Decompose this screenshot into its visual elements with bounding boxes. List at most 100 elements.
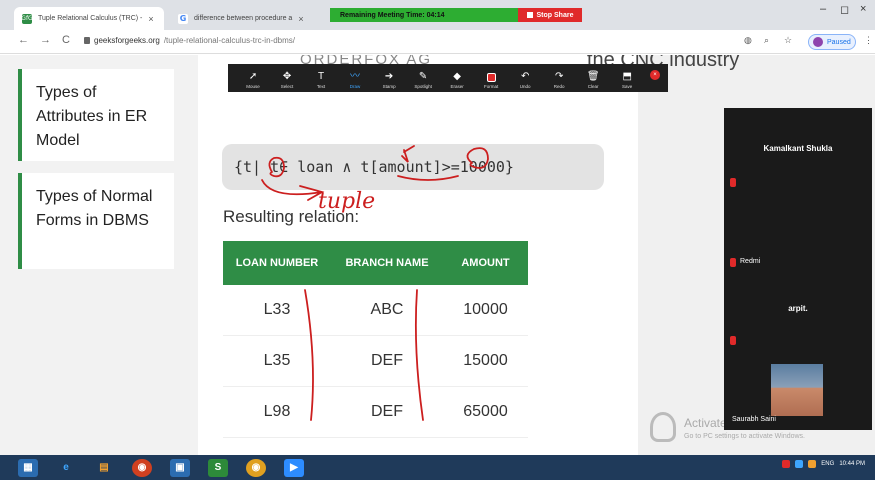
stop-share-button[interactable]: Stop Share (518, 8, 582, 22)
column-header: AMOUNT (461, 257, 510, 269)
forward-button[interactable]: → (40, 34, 51, 46)
muted-mic-icon (730, 178, 736, 187)
column-header: LOAN NUMBER (235, 257, 319, 269)
table-cell: L35 (263, 352, 291, 369)
url-field[interactable]: geeksforgeeks.org/tuple-relational-calcu… (84, 36, 295, 45)
tab-difference[interactable]: G difference between procedure a × (170, 7, 320, 30)
tool-label: Eraser (450, 84, 464, 89)
url-path: /tuple-relational-calculus-trc-in-dbms/ (163, 36, 295, 45)
sidebar-item-attributes[interactable]: Types of Attributes in ER Model (18, 69, 174, 161)
sidebar-item-normal-forms[interactable]: Types of Normal Forms in DBMS (18, 173, 174, 269)
muted-mic-icon (730, 336, 736, 345)
minimize-button[interactable]: – (820, 3, 826, 15)
tool-label: Redo (553, 84, 565, 89)
menu-kebab-icon[interactable]: ⋮ (864, 35, 873, 46)
start-icon[interactable]: ▦ (18, 458, 38, 477)
table-cell: ABC (370, 301, 404, 318)
tool-redo[interactable]: ↷ Redo (542, 71, 576, 90)
sql-app-icon[interactable]: S (208, 458, 228, 477)
profile-button[interactable]: Paused (808, 34, 856, 50)
chrome-icon[interactable]: ◉ (132, 458, 152, 477)
table-cell: L98 (263, 403, 291, 420)
tool-draw[interactable]: 〰 Draw (338, 71, 372, 90)
result-table: LOAN NUMBER BRANCH NAME AMOUNT L33 ABC 1… (223, 241, 528, 438)
close-window-button[interactable]: × (860, 3, 866, 15)
windows-app-icon[interactable]: ▣ (170, 458, 190, 477)
tool-label: Stamp (382, 84, 396, 89)
meeting-timer: Remaining Meeting Time: 04:14 (340, 11, 445, 19)
activate-windows-subtitle: Go to PC settings to activate Windows. (684, 433, 805, 440)
tray-icon[interactable] (782, 460, 791, 468)
tool-clear[interactable]: 🗑 Clear (576, 71, 610, 90)
close-toolbar-button[interactable]: × (650, 70, 660, 80)
tool-eraser[interactable]: ◆ Eraser (440, 72, 474, 90)
tool-spotlight[interactable]: ✎ Spotlight (406, 72, 440, 90)
table-cell: 15000 (463, 352, 508, 369)
close-icon[interactable]: × (298, 14, 303, 24)
speaker-name: Saurabh Saini (732, 416, 776, 423)
tool-select[interactable]: ✥ Select (270, 71, 304, 90)
participant-name: Kamalkant Shukla (763, 144, 833, 153)
windows-key-icon (650, 412, 676, 442)
tool-label: Format (483, 84, 499, 89)
tab-trc[interactable]: GfG Tuple Relational Calculus (TRC) - × (14, 7, 164, 30)
formula-text: {t| t∈ loan ∧ t[amount]>=10000} (234, 158, 514, 176)
tool-label: Clear (587, 84, 599, 89)
sidebar-item-label: Types of Normal Forms in DBMS (36, 188, 153, 229)
tray-time[interactable]: 10:44 PM (839, 461, 865, 467)
explorer-icon[interactable]: ▤ (94, 459, 114, 477)
undo-icon: ↶ (520, 71, 530, 82)
tool-label: Save (622, 84, 633, 89)
maximize-button[interactable]: ◻ (840, 3, 849, 16)
reload-button[interactable]: C (62, 34, 70, 46)
profile-status: Paused (827, 38, 851, 46)
table-cell: 10000 (463, 301, 508, 318)
chrome-profile-icon[interactable]: ◉ (246, 458, 266, 477)
back-button[interactable]: ← (18, 34, 29, 46)
column-header: BRANCH NAME (345, 257, 429, 269)
annotation-toolbar: ➚ Mouse ✥ Select T Text 〰 Draw ➔ Stamp ✎ Spotl… (228, 64, 668, 92)
text-icon: T (317, 71, 325, 82)
tab-title: difference between procedure a (194, 15, 293, 22)
gfg-favicon-icon: GfG (21, 13, 33, 24)
tool-format[interactable]: Format (474, 73, 508, 89)
participant-name: arpit. (788, 304, 808, 313)
ie-icon[interactable]: e (56, 459, 76, 477)
table-cell: DEF (371, 352, 403, 369)
table-cell: L33 (263, 301, 291, 318)
tool-mouse[interactable]: ➚ Mouse (236, 72, 270, 90)
redo-icon: ↷ (554, 71, 564, 82)
tool-label: Mouse (246, 84, 260, 89)
zoom-icon[interactable]: ▶ (284, 458, 304, 477)
tray-icon[interactable] (808, 460, 817, 468)
muted-mic-icon (730, 258, 736, 267)
tray-lang[interactable]: ENG (821, 461, 834, 467)
save-icon: ⬒ (622, 71, 632, 82)
table-header: LOAN NUMBER BRANCH NAME AMOUNT (223, 241, 528, 285)
close-icon[interactable]: × (148, 14, 153, 24)
clear-icon: 🗑 (586, 71, 600, 82)
tool-save[interactable]: ⬒ Save (610, 71, 644, 90)
browser-tabbar: GfG Tuple Relational Calculus (TRC) - × … (0, 0, 875, 30)
tool-label: Spotlight (414, 84, 432, 89)
format-icon (486, 73, 496, 82)
table-row: L35 DEF 15000 (223, 336, 528, 387)
draw-icon: 〰 (350, 71, 361, 82)
tool-label: Select (280, 84, 294, 89)
google-favicon-icon: G (178, 13, 188, 24)
extension-icon[interactable]: ◍ (744, 35, 752, 46)
tool-text[interactable]: T Text (304, 71, 338, 90)
bookmark-star-icon[interactable]: ☆ (784, 35, 792, 46)
tool-undo[interactable]: ↶ Undo (508, 71, 542, 90)
tool-label: Draw (349, 84, 361, 89)
search-icon[interactable]: ⌕ (764, 35, 769, 46)
table-cell: DEF (371, 403, 403, 420)
tool-label: Undo (519, 84, 531, 89)
sidebar-item-label: Types of Attributes in ER Model (36, 84, 148, 149)
address-bar: ← → C geeksforgeeks.org/tuple-relational… (0, 30, 875, 54)
tray-icon[interactable] (795, 460, 804, 468)
tool-stamp[interactable]: ➔ Stamp (372, 72, 406, 90)
table-row: L33 ABC 10000 (223, 285, 528, 336)
select-icon: ✥ (282, 71, 292, 82)
formula-code: {t| t∈ loan ∧ t[amount]>=10000} (222, 144, 604, 190)
